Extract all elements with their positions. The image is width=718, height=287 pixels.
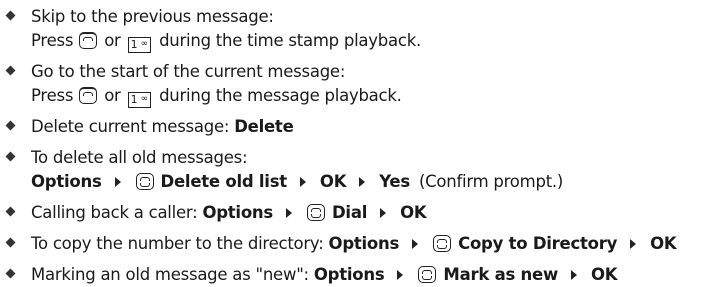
menu-entry-label: Mark as new: [443, 265, 558, 284]
list-item-skip-previous: Skip to the previous message: Press or 1…: [0, 5, 718, 53]
item-instruction: Delete current message: Delete: [31, 115, 718, 139]
voicemail-glyph: ∞: [140, 94, 149, 104]
options-softkey-label: Options: [31, 172, 102, 191]
control-key-icon: [135, 173, 154, 190]
control-key-icon: [306, 204, 325, 221]
item-instruction: Options Delete old list OK Yes (Confirm …: [31, 170, 718, 194]
voicemail-glyph: ∞: [140, 39, 149, 49]
menu-arrow-icon: [114, 177, 121, 187]
item-instruction: Marking an old message as "new": Options…: [31, 263, 718, 287]
ok-softkey-label: OK: [590, 265, 618, 284]
control-key-icon: [433, 235, 452, 252]
item-instruction: Calling back a caller: Options Dial OK: [31, 201, 718, 225]
item-text: To copy the number to the directory:: [31, 234, 324, 253]
control-key-up-icon: [79, 32, 98, 49]
or-label: or: [104, 86, 121, 105]
menu-arrow-icon: [570, 270, 577, 280]
diamond-bullet-icon: [5, 268, 16, 279]
item-text: Delete current message:: [31, 117, 230, 136]
press-label: Press: [31, 86, 74, 105]
item-heading: Skip to the previous message:: [31, 7, 274, 26]
press-label: Press: [31, 31, 74, 50]
item-instruction: Press or 1 ∞ during the time stamp playba…: [31, 29, 718, 53]
menu-entry-label: Copy to Directory: [458, 234, 618, 253]
item-heading: To delete all old messages:: [31, 148, 248, 167]
menu-entry-label: Dial: [331, 203, 368, 222]
options-softkey-label: Options: [313, 265, 385, 284]
list-item-copy-directory: To copy the number to the directory: Opt…: [0, 232, 718, 256]
list-item-delete-current: Delete current message: Delete: [0, 115, 718, 139]
menu-arrow-icon: [380, 208, 387, 218]
menu-arrow-icon: [397, 270, 404, 280]
list-item-call-back: Calling back a caller: Options Dial OK: [0, 201, 718, 225]
key-1-icon: 1 ∞: [127, 36, 152, 53]
options-softkey-label: Options: [202, 203, 273, 222]
list-item-mark-new: Marking an old message as "new": Options…: [0, 263, 718, 287]
list-item-delete-old: To delete all old messages: Options Dele…: [0, 146, 718, 194]
diamond-bullet-icon: [5, 10, 16, 21]
item-text: Marking an old message as "new":: [31, 265, 309, 284]
diamond-bullet-icon: [5, 151, 16, 162]
item-text: Calling back a caller:: [31, 203, 198, 222]
menu-arrow-icon: [359, 177, 366, 187]
item-instruction: To copy the number to the directory: Opt…: [31, 232, 718, 256]
diamond-bullet-icon: [5, 65, 16, 76]
instruction-suffix: during the time stamp playback.: [159, 31, 422, 50]
control-key-up-icon: [79, 87, 98, 104]
options-softkey-label: Options: [328, 234, 400, 253]
item-instruction: Press or 1 ∞ during the message playback.: [31, 84, 718, 108]
delete-softkey-label: Delete: [234, 117, 294, 136]
instruction-suffix: during the message playback.: [159, 86, 402, 105]
diamond-bullet-icon: [5, 206, 16, 217]
or-label: or: [104, 31, 121, 50]
ok-softkey-label: OK: [650, 234, 677, 253]
menu-arrow-icon: [412, 239, 419, 249]
menu-arrow-icon: [299, 177, 306, 187]
instruction-list: Skip to the previous message: Press or 1…: [0, 0, 718, 287]
menu-entry-label: Delete old list: [160, 172, 288, 191]
yes-softkey-label: Yes: [379, 172, 410, 191]
diamond-bullet-icon: [5, 120, 16, 131]
ok-softkey-label: OK: [400, 203, 427, 222]
list-item-restart-message: Go to the start of the current message: …: [0, 60, 718, 108]
diamond-bullet-icon: [5, 237, 16, 248]
ok-softkey-label: OK: [319, 172, 347, 191]
key-digit: 1: [130, 93, 138, 106]
confirm-note: (Confirm prompt.): [418, 172, 564, 191]
key-digit: 1: [130, 38, 138, 51]
menu-arrow-icon: [285, 208, 292, 218]
key-1-icon: 1 ∞: [127, 91, 152, 108]
control-key-icon: [418, 266, 437, 283]
menu-arrow-icon: [630, 239, 637, 249]
item-heading: Go to the start of the current message:: [31, 62, 346, 81]
